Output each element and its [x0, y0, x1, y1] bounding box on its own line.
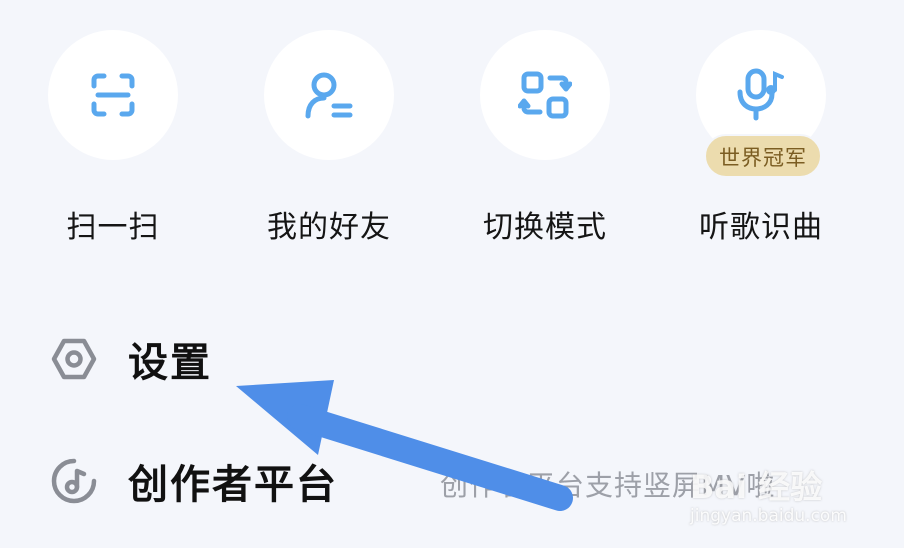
baidu-jingyan-watermark-logo: Bai 经验: [690, 468, 823, 506]
scan-circle[interactable]: [48, 30, 178, 160]
scan-label: 扫一扫: [66, 210, 160, 245]
friends-circle[interactable]: [264, 30, 394, 160]
settings-menu-item[interactable]: 设置: [0, 318, 904, 398]
switch-mode-circle[interactable]: [480, 30, 610, 160]
my-friends-button[interactable]: 我的好友: [244, 30, 414, 245]
scan-icon: [91, 73, 135, 117]
switch-mode-button[interactable]: 切换模式: [460, 30, 630, 245]
world-champion-badge: 世界冠军: [704, 134, 822, 178]
baidu-jingyan-watermark-url: jingyan.baidu.com: [690, 506, 847, 526]
creator-platform-icon: [51, 458, 97, 504]
creator-platform-label: 创作者平台: [128, 462, 338, 508]
song-recognition-label: 听歌识曲: [699, 210, 823, 245]
settings-hexagon-icon: [51, 338, 97, 380]
friends-label: 我的好友: [267, 210, 391, 245]
microphone-music-icon: [737, 68, 784, 121]
scan-button[interactable]: 扫一扫: [28, 30, 198, 245]
switch-mode-icon: [518, 71, 572, 119]
song-recognition-button[interactable]: 世界冠军 听歌识曲: [676, 30, 846, 245]
settings-label: 设置: [128, 340, 212, 386]
friends-icon: [305, 72, 353, 119]
switch-mode-label: 切换模式: [483, 210, 607, 245]
